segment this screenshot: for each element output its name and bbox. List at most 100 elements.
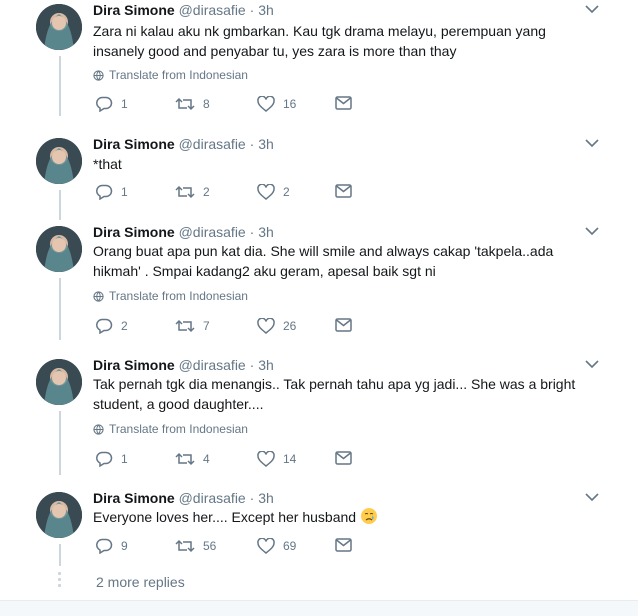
- dm-icon: [335, 318, 352, 332]
- separator: ·: [249, 136, 255, 152]
- dm-icon: [335, 538, 352, 552]
- direct-message-button[interactable]: [335, 318, 352, 332]
- like-count: 26: [283, 319, 297, 333]
- tweet-header: Dira Simone @dirasafie · 3h: [93, 136, 274, 152]
- direct-message-button[interactable]: [335, 184, 352, 198]
- timestamp[interactable]: 3h: [258, 490, 274, 506]
- display-name[interactable]: Dira Simone: [93, 357, 175, 373]
- like-icon: [257, 451, 275, 467]
- like-count: 14: [283, 452, 297, 466]
- retweet-count: 2: [203, 185, 210, 199]
- translate-label: Translate from Indonesian: [109, 289, 248, 303]
- translate-link[interactable]: Translate from Indonesian: [93, 68, 248, 82]
- retweet-button[interactable]: 2: [175, 184, 210, 200]
- translate-link[interactable]: Translate from Indonesian: [93, 422, 248, 436]
- retweet-icon: [175, 97, 195, 111]
- reply-button[interactable]: 1: [95, 451, 128, 467]
- chevron-down-icon[interactable]: [585, 138, 599, 148]
- like-icon: [257, 538, 275, 554]
- like-count: 2: [283, 185, 290, 199]
- reply-icon: [96, 451, 113, 467]
- reply-button[interactable]: 1: [95, 96, 128, 112]
- retweet-icon: [175, 539, 195, 553]
- like-button[interactable]: 2: [257, 184, 290, 200]
- separator: ·: [249, 490, 255, 506]
- direct-message-button[interactable]: [335, 538, 352, 552]
- thread-line: [59, 56, 61, 116]
- tweet-text-line: Everyone loves her.... Except her husban…: [93, 509, 357, 525]
- tweet-text: Tak pernah tgk dia menangis.. Tak pernah…: [93, 374, 593, 414]
- avatar[interactable]: [36, 226, 82, 272]
- user-handle[interactable]: @dirasafie: [179, 2, 246, 18]
- display-name[interactable]: Dira Simone: [93, 490, 175, 506]
- display-name[interactable]: Dira Simone: [93, 136, 175, 152]
- thread-line: [59, 278, 61, 340]
- tweet-text-line: student, a good daughter....: [93, 396, 264, 412]
- reply-button[interactable]: 1: [95, 184, 128, 200]
- retweet-count: 8: [203, 97, 210, 111]
- retweet-icon: [175, 185, 195, 199]
- translate-label: Translate from Indonesian: [109, 422, 248, 436]
- translate-link[interactable]: Translate from Indonesian: [93, 289, 248, 303]
- direct-message-button[interactable]: [335, 451, 352, 465]
- like-button[interactable]: 16: [257, 96, 296, 112]
- reply-icon: [96, 96, 113, 112]
- user-handle[interactable]: @dirasafie: [179, 224, 246, 240]
- globe-icon: [93, 290, 104, 302]
- tweet-text: *that: [93, 154, 593, 174]
- retweet-button[interactable]: 4: [175, 451, 210, 467]
- tweet-actions: 9 56 69: [93, 538, 373, 558]
- chevron-down-icon[interactable]: [585, 492, 599, 502]
- retweet-button[interactable]: 7: [175, 318, 210, 334]
- tweet-text-line: hikmah' . Smpai kadang2 aku geram, apesa…: [93, 263, 436, 279]
- like-button[interactable]: 69: [257, 538, 296, 554]
- reply-count: 1: [121, 452, 128, 466]
- user-handle[interactable]: @dirasafie: [179, 136, 246, 152]
- reply-thread: Dira Simone @dirasafie · 3h Zara ni kala…: [0, 0, 638, 600]
- globe-icon: [93, 423, 104, 435]
- avatar[interactable]: [36, 4, 82, 50]
- tweet-text-line: Orang buat apa pun kat dia. She will smi…: [93, 243, 554, 259]
- timestamp[interactable]: 3h: [258, 136, 274, 152]
- avatar[interactable]: [36, 359, 82, 405]
- user-handle[interactable]: @dirasafie: [179, 490, 246, 506]
- separator: ·: [249, 2, 255, 18]
- like-button[interactable]: 26: [257, 318, 296, 334]
- avatar[interactable]: [36, 492, 82, 538]
- translate-label: Translate from Indonesian: [109, 68, 248, 82]
- tweet-text: Orang buat apa pun kat dia. She will smi…: [93, 241, 593, 281]
- separator: ·: [249, 357, 255, 373]
- tweet-header: Dira Simone @dirasafie · 3h: [93, 224, 274, 240]
- thread-line: [59, 544, 61, 566]
- chevron-down-icon[interactable]: [585, 226, 599, 236]
- like-icon: [257, 318, 275, 334]
- more-replies-link[interactable]: 2 more replies: [96, 574, 185, 590]
- reply-count: 1: [121, 185, 128, 199]
- chevron-down-icon[interactable]: [585, 359, 599, 369]
- timestamp[interactable]: 3h: [258, 224, 274, 240]
- chevron-down-icon[interactable]: [585, 4, 599, 14]
- thread-line: [59, 190, 61, 220]
- direct-message-button[interactable]: [335, 96, 352, 110]
- retweet-button[interactable]: 8: [175, 96, 210, 112]
- timestamp[interactable]: 3h: [258, 357, 274, 373]
- retweet-icon: [175, 452, 195, 466]
- tweet-text-line: Tak pernah tgk dia menangis.. Tak pernah…: [93, 376, 576, 392]
- retweet-button[interactable]: 56: [175, 538, 216, 554]
- reply-button[interactable]: 9: [95, 538, 128, 554]
- separator: ·: [249, 224, 255, 240]
- display-name[interactable]: Dira Simone: [93, 224, 175, 240]
- dm-icon: [335, 184, 352, 198]
- reply-button[interactable]: 2: [95, 318, 128, 334]
- user-handle[interactable]: @dirasafie: [179, 357, 246, 373]
- reply-icon: [96, 318, 113, 334]
- timestamp[interactable]: 3h: [258, 2, 274, 18]
- like-icon: [257, 184, 275, 200]
- crying-face-emoji: [360, 508, 377, 524]
- display-name[interactable]: Dira Simone: [93, 2, 175, 18]
- like-button[interactable]: 14: [257, 451, 296, 467]
- thread-dots: [58, 572, 62, 590]
- reply-count: 1: [121, 97, 128, 111]
- tweet-actions: 1 2 2: [93, 184, 373, 204]
- avatar[interactable]: [36, 138, 82, 184]
